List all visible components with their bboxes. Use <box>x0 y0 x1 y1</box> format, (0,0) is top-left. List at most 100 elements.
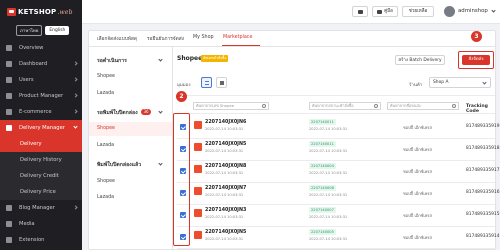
printed-shopee-item[interactable]: Shopee <box>97 179 115 184</box>
sidebar-item-delivery-manager[interactable]: Delivery Manager <box>0 120 82 136</box>
carrier-name: ชอปปี้ เอ็กซ์เพรส <box>403 169 432 174</box>
pending-lazada-item[interactable]: Lazada <box>97 91 114 96</box>
order-date: 2022-07-14 10:03:31 <box>205 193 244 197</box>
status-date: 2022-07-14 10:03:31 <box>309 149 348 153</box>
status-badge: 2207140004 <box>309 163 336 169</box>
chevron-right-icon <box>73 61 78 66</box>
shopee-icon <box>194 209 202 217</box>
sidebar-item-label: Delivery History <box>20 157 62 163</box>
screen-icon <box>357 9 363 14</box>
sidebar-item-blog-manager[interactable]: Blog Manager <box>0 200 82 216</box>
shopee-icon <box>194 121 202 129</box>
sidebar-item-delivery-credit[interactable]: Delivery Credit <box>0 168 82 184</box>
order-id[interactable]: 2207140JX0JN5 <box>205 230 246 235</box>
carrier-name: ชอปปี้ เอ็กซ์เพรส <box>403 147 432 152</box>
table-row[interactable]: 2207140JX0JN7 2022-07-14 10:03:31 22071400… <box>177 182 500 204</box>
lang-en-button[interactable]: English <box>45 25 70 35</box>
tab-my-shop[interactable]: My Shop <box>193 35 214 40</box>
shopee-icon <box>194 231 202 239</box>
order-id[interactable]: 2207140JX0JN8 <box>205 164 246 169</box>
language-switch: ภาษาไทย English <box>0 24 82 36</box>
to-print-shopee-item[interactable]: Shopee <box>97 126 115 131</box>
table-row[interactable]: 2207140JX0JN5 2022-07-14 10:03:31 22071400… <box>177 138 500 160</box>
order-id[interactable]: 2207140JX0JN7 <box>205 186 246 191</box>
order-search-input[interactable]: ค้นหาจากเลข Shopee <box>193 102 269 110</box>
grid-view-button[interactable] <box>216 77 227 88</box>
topbar: คู่มือ ช่วยเหลือ adminshop <box>82 0 500 24</box>
batch-delivery-button[interactable]: สร้าง Batch Delivery <box>395 55 445 65</box>
chevron-down-icon[interactable] <box>158 161 163 166</box>
sidebar-item-delivery-history[interactable]: Delivery History <box>0 152 82 168</box>
tracking-code: 817489335917 <box>466 168 500 173</box>
sidebar-item-delivery-price[interactable]: Delivery Price <box>0 184 82 200</box>
order-id[interactable]: 2207140JX0JN6 <box>205 120 246 125</box>
section-printed-title: พิมพ์ใบปิดกล่องแล้ว <box>97 162 142 168</box>
help-button[interactable]: ช่วยเหลือ <box>402 6 434 17</box>
logo[interactable]: KETSHOP .web <box>0 0 82 24</box>
tab-select-parcel[interactable]: เลือกจัดส่งแบบพัสดุ <box>97 35 137 43</box>
order-date: 2022-07-14 10:03:31 <box>205 237 244 241</box>
avatar[interactable] <box>444 6 455 17</box>
help-label: ช่วยเหลือ <box>408 9 428 14</box>
sidebar-item-label: Dashboard <box>19 61 48 67</box>
delivery-icon <box>6 125 12 131</box>
table-row[interactable]: 2207140JX0JN5 2022-07-14 10:03:31 22071400… <box>177 226 500 248</box>
lang-th-button[interactable]: ภาษาไทย <box>16 24 43 36</box>
chevron-down-icon[interactable] <box>158 109 163 114</box>
table-row[interactable]: 2207140JX0JN8 2022-07-14 10:03:31 22071400… <box>177 160 500 182</box>
manual-button[interactable]: คู่มือ <box>372 6 398 17</box>
tab-marketplace[interactable]: Marketplace <box>223 35 252 40</box>
status-date: 2022-07-14 10:03:31 <box>309 237 348 241</box>
pending-shopee-item[interactable]: Shopee <box>97 74 115 79</box>
sidebar-item-overview[interactable]: Overview <box>0 40 82 56</box>
sidebar-item-ecommerce[interactable]: E-commerce <box>0 104 82 120</box>
status-badge: 2207140011 <box>309 119 336 125</box>
carrier-search-input[interactable]: ค้นหาจากชื่อขนส่ง <box>387 102 459 110</box>
sidebar-item-dashboard[interactable]: Dashboard <box>0 56 82 72</box>
shop-select[interactable]: Shop A <box>429 77 491 88</box>
sidebar-item-label: Media <box>19 221 35 227</box>
sidebar-item-extension[interactable]: Extension <box>0 232 82 248</box>
preview-button[interactable] <box>352 6 368 17</box>
order-id[interactable]: 2207140JX0JN5 <box>205 142 246 147</box>
sync-badge[interactable]: อัพเดทคำสั่งซื้อ <box>201 55 229 62</box>
grid-icon <box>220 81 224 85</box>
sidebar-item-product-manager[interactable]: Product Manager <box>0 88 82 104</box>
dashboard-icon <box>6 61 12 67</box>
status-filter-pane: รอดำเนินการ Shopee Lazada รอพิมพ์ใบปิดกล… <box>89 47 173 249</box>
carrier-name: ชอปปี้ เอ็กซ์เพรส <box>403 125 432 130</box>
username[interactable]: adminshop <box>458 8 488 14</box>
shopee-icon <box>194 165 202 173</box>
create-button-highlight <box>458 51 494 69</box>
table-row[interactable]: 2207140JX0JN3 2022-07-14 10:03:31 22071400… <box>177 204 500 226</box>
shopee-icon <box>194 143 202 151</box>
list-icon <box>205 81 209 85</box>
to-print-lazada-item[interactable]: Lazada <box>97 143 114 148</box>
status-search-input[interactable]: ค้นหาจากสถานะคำสั่งซื้อ <box>309 102 381 110</box>
sidebar-item-users[interactable]: Users <box>0 72 82 88</box>
status-badge: 2207140007 <box>309 207 336 213</box>
carrier-name: ชอปปี้ เอ็กซ์เพรส <box>403 213 432 218</box>
cart-icon <box>7 8 16 16</box>
carrier-search-placeholder: ค้นหาจากชื่อขนส่ง <box>390 103 421 108</box>
order-id[interactable]: 2207140JX0JN3 <box>205 208 246 213</box>
carrier-name: ชอปปี้ เอ็กซ์เพรส <box>403 191 432 196</box>
chevron-down-icon[interactable] <box>158 57 163 62</box>
view-label: มุมมอง <box>177 83 191 88</box>
ecommerce-icon <box>6 109 12 115</box>
printed-lazada-item[interactable]: Lazada <box>97 195 114 200</box>
overview-icon <box>6 45 12 51</box>
divider <box>177 95 495 96</box>
status-date: 2022-07-14 10:03:31 <box>309 127 348 131</box>
sidebar-item-media[interactable]: Media <box>0 216 82 232</box>
list-view-button[interactable] <box>201 77 212 88</box>
chevron-down-icon[interactable] <box>491 8 496 13</box>
divider <box>177 113 495 114</box>
page-title: Shopee <box>177 55 203 62</box>
tab-awaiting-confirm[interactable]: รอยืนยันการจัดส่ง <box>147 35 184 43</box>
status-badge: 2207140005 <box>309 229 336 235</box>
table-row[interactable]: 2207140JX0JN6 2022-07-14 10:03:31 22071400… <box>177 116 500 138</box>
chevron-right-icon <box>73 93 78 98</box>
to-print-count-badge: 36 <box>141 109 151 115</box>
sidebar-item-delivery[interactable]: Delivery <box>0 136 82 152</box>
